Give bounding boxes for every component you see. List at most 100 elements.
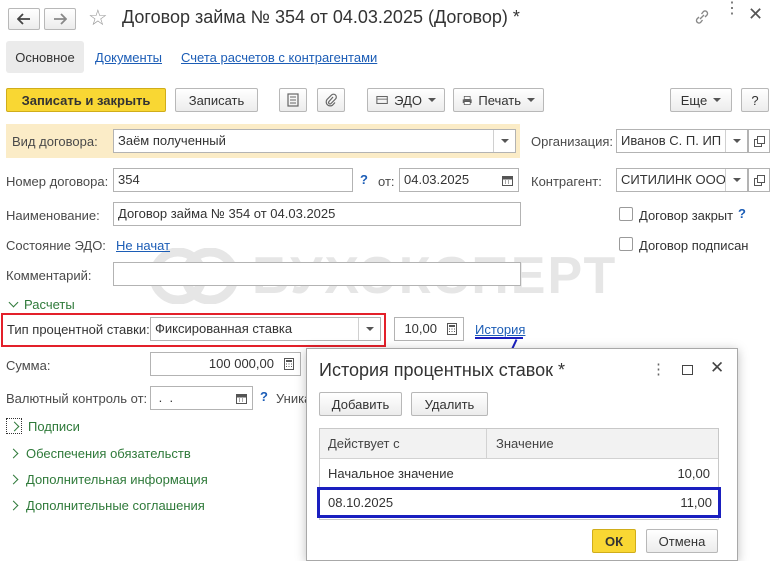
rates-table: Действует с Значение Начальное значение … [317,428,721,520]
attach-button[interactable] [317,88,345,112]
section-guarantees-label: Обеспечения обязательств [26,446,191,461]
sum-label: Сумма: [6,358,51,373]
chevron-down-icon [713,98,722,102]
dialog-add-button[interactable]: Добавить [319,392,402,416]
save-close-button[interactable]: Записать и закрыть [6,88,166,112]
contr-open-button[interactable] [748,168,770,192]
section-signatures[interactable]: Подписи [6,418,80,434]
section-agreements[interactable]: Дополнительные соглашения [8,498,205,513]
dialog-menu-icon[interactable]: ⋮ [651,360,666,378]
contr-dropdown-button[interactable] [725,169,747,191]
vid-select[interactable]: Заём полученный [113,129,516,153]
dialog-delete-button[interactable]: Удалить [411,392,488,416]
name-label: Наименование: [6,208,100,223]
chevron-down-icon [500,139,509,143]
number-label: Номер договора: [6,174,109,189]
menu-dots-icon[interactable]: ⋮ [724,1,740,17]
signed-checkbox[interactable] [619,237,633,251]
forward-button[interactable] [44,8,76,30]
contr-label: Контрагент: [531,174,602,189]
date-value: 04.03.2025 [404,172,470,187]
calendar-icon [501,175,513,186]
back-button[interactable] [8,8,40,30]
dialog-title: История процентных ставок * [319,360,566,380]
rate-type-dropdown-button[interactable] [358,318,380,340]
org-select[interactable]: Иванов С. П. ИП [616,129,748,153]
vid-dropdown-button[interactable] [493,130,515,152]
date-input[interactable]: 04.03.2025 [399,168,519,192]
sum-input[interactable]: 100 000,00 [150,352,301,376]
sum-calc-button[interactable] [278,353,300,375]
date-label: от: [378,174,395,189]
favorite-star-icon[interactable]: ☆ [88,5,108,31]
calc-section-toggle[interactable]: Расчеты [8,297,75,312]
dialog-close-icon[interactable]: ✕ [710,358,724,378]
edo-state-link[interactable]: Не начат [116,238,170,253]
report-button[interactable] [279,88,307,112]
chevron-right-icon [6,418,22,434]
rate-type-select[interactable]: Фиксированная ставка [150,317,381,341]
date-calendar-button[interactable] [496,169,518,191]
rates-table-header: Действует с Значение [320,429,718,459]
dialog-maximize-icon[interactable] [682,365,693,375]
save-button[interactable]: Записать [175,88,258,112]
rate-calc-button[interactable] [441,318,463,340]
tab-main-label: Основное [15,49,75,65]
name-input[interactable]: Договор займа № 354 от 04.03.2025 [113,202,521,226]
rate-input[interactable]: 10,00 [394,317,464,341]
print-button[interactable]: Печать [453,88,544,112]
printer-icon [462,95,472,105]
table-row[interactable]: Начальное значение 10,00 [320,460,718,486]
row-value: 11,00 [680,495,712,510]
contr-value: СИТИЛИНК ООО [621,172,726,187]
tab-main[interactable]: Основное [6,41,84,73]
col-date-header[interactable]: Действует с [328,436,400,451]
currency-help-icon[interactable]: ? [260,389,268,404]
row-date: 08.10.2025 [328,495,394,510]
currency-date-input[interactable]: . . [150,386,253,410]
row-value: 10,00 [677,466,710,481]
col-value-header[interactable]: Значение [496,436,554,451]
org-open-button[interactable] [748,129,770,153]
calendar-icon [235,393,247,404]
chevron-down-icon [365,327,374,331]
open-window-icon [753,135,765,147]
edo-icon [376,96,388,104]
chevron-down-icon [527,98,535,102]
rate-history-dialog: История процентных ставок * ⋮ ✕ Добавить… [306,348,738,561]
rate-type-label: Тип процентной ставки: [7,322,150,337]
chevron-down-icon [732,139,741,143]
row-date: Начальное значение [328,466,454,481]
currency-calendar-button[interactable] [230,387,252,409]
dialog-cancel-button[interactable]: Отмена [646,529,718,553]
contr-select[interactable]: СИТИЛИНК ООО [616,168,748,192]
vid-label: Вид договора: [12,134,98,149]
open-window-icon [753,174,765,186]
closed-help-icon[interactable]: ? [738,206,746,221]
calc-section-title: Расчеты [24,297,75,312]
currency-label: Валютный контроль от: [6,391,148,406]
more-label: Еще [680,92,708,108]
number-help-icon[interactable]: ? [360,172,368,187]
close-icon[interactable]: ✕ [748,4,763,25]
dialog-ok-button[interactable]: ОК [592,529,636,553]
section-additional-info[interactable]: Дополнительная информация [8,472,208,487]
calculator-icon [447,323,457,335]
section-guarantees[interactable]: Обеспечения обязательств [8,446,191,461]
org-dropdown-button[interactable] [725,130,747,152]
more-button[interactable]: Еще [670,88,732,112]
help-button[interactable]: ? [741,88,769,112]
table-row-selected[interactable]: 08.10.2025 11,00 [317,487,721,518]
edo-button[interactable]: ЭДО [367,88,445,112]
history-link[interactable]: История [475,322,525,337]
report-icon [287,93,299,107]
closed-checkbox[interactable] [619,207,633,221]
comment-input[interactable] [113,262,521,286]
link-icon[interactable] [694,9,710,28]
arrow-left-icon [17,13,30,25]
tab-accounts[interactable]: Счета расчетов с контрагентами [181,50,377,65]
sum-value: 100 000,00 [208,356,274,371]
number-input[interactable]: 354 [113,168,353,192]
tab-documents[interactable]: Документы [95,50,162,65]
print-label: Печать [478,92,521,108]
